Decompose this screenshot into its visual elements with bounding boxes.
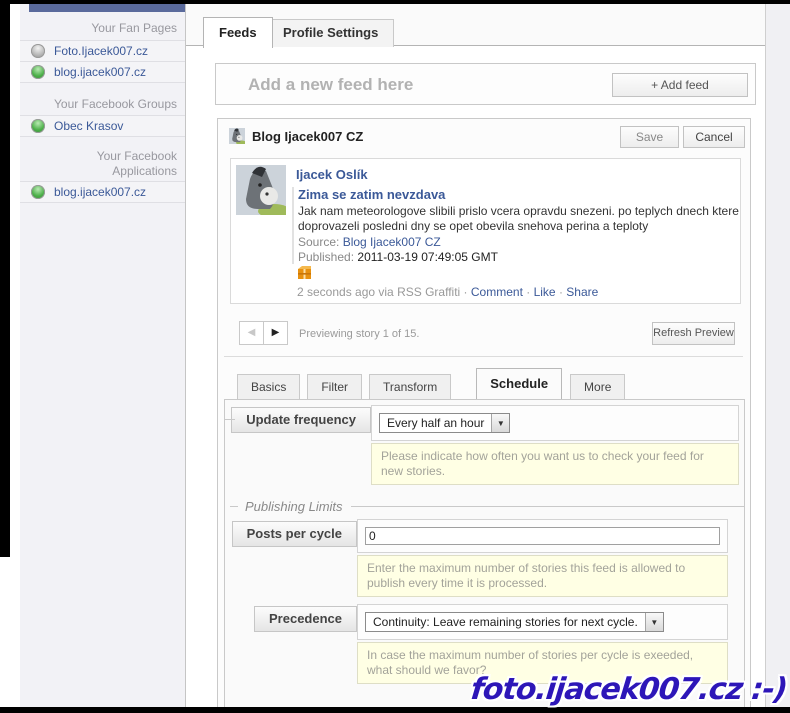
tab-schedule[interactable]: Schedule: [476, 368, 562, 399]
sidebar: Your Fan Pages Foto.Ijacek007.cz blog.ij…: [20, 4, 185, 707]
posts-per-cycle-help: Enter the maximum number of stories this…: [357, 555, 728, 597]
status-green-icon: [31, 65, 45, 79]
sidebar-item-foto-ijacek007[interactable]: Foto.Ijacek007.cz: [20, 40, 185, 61]
next-story-button[interactable]: ▶: [263, 321, 288, 345]
source-label: Source:: [298, 235, 339, 249]
add-feed-input[interactable]: [246, 68, 580, 102]
publishing-limits-title: Publishing Limits: [245, 499, 343, 514]
sidebar-top-bar: [29, 4, 185, 12]
sidebar-item-blog-app[interactable]: blog.ijacek007.cz: [20, 181, 185, 203]
feed-settings-tabs: Basics Filter Transform Schedule More: [237, 369, 632, 399]
add-feed-panel: + Add feed: [215, 63, 756, 105]
divider: [225, 419, 235, 420]
story-title-link[interactable]: Zima se zatim nevzdava: [298, 187, 742, 202]
sidebar-item-label: blog.ijacek007.cz: [54, 65, 146, 79]
tab-basics[interactable]: Basics: [237, 374, 300, 399]
update-frequency-control: Every half an hour ▼: [371, 405, 739, 441]
frame-top-bar: [0, 0, 790, 4]
dot-separator: ·: [464, 285, 468, 299]
update-frequency-row: Update frequency Every half an hour ▼ Pl…: [225, 405, 744, 485]
left-arrow-icon: ◀: [248, 327, 256, 338]
chevron-down-icon: ▼: [645, 613, 663, 631]
dot-separator: ·: [559, 285, 563, 299]
frame-left-bar: [0, 0, 10, 557]
update-frequency-select[interactable]: Every half an hour ▼: [379, 413, 510, 433]
story-author-link[interactable]: Ijacek Oslík: [296, 167, 368, 182]
posts-per-cycle-row: Posts per cycle Enter the maximum number…: [225, 519, 744, 597]
dot-separator: ·: [526, 285, 530, 299]
divider: [351, 506, 744, 507]
story-content: Zima se zatim nevzdava Jak nam meteorolo…: [292, 187, 742, 264]
story-social-row: 2 seconds ago via RSS Graffiti · Comment…: [297, 285, 598, 299]
precedence-label: Precedence: [254, 606, 357, 632]
divider: [230, 506, 238, 507]
add-feed-button[interactable]: + Add feed: [612, 73, 748, 97]
cancel-button[interactable]: Cancel: [683, 126, 745, 148]
tab-transform[interactable]: Transform: [369, 374, 451, 399]
sidebar-section-header: Your Fan Pages: [20, 21, 185, 36]
main-content: Feeds Profile Settings + Add feed Blog I…: [185, 4, 765, 707]
preview-nav-row: ◀ ▶ Previewing story 1 of 15. Refresh Pr…: [230, 319, 741, 349]
previous-story-button[interactable]: ◀: [239, 321, 264, 345]
save-button[interactable]: Save: [620, 126, 679, 148]
right-arrow-icon: ▶: [272, 327, 280, 338]
selected-option: Continuity: Leave remaining stories for …: [366, 615, 645, 629]
feed-title: Blog Ijacek007 CZ: [252, 129, 363, 144]
tab-filter[interactable]: Filter: [307, 374, 362, 399]
sidebar-item-label: Foto.Ijacek007.cz: [54, 44, 148, 58]
story-preview: Ijacek Oslík Zima se zatim nevzdava Jak …: [230, 158, 741, 304]
comment-link[interactable]: Comment: [471, 285, 523, 299]
update-frequency-help: Please indicate how often you want us to…: [371, 443, 739, 485]
share-link[interactable]: Share: [566, 285, 598, 299]
posts-per-cycle-input[interactable]: [365, 527, 720, 545]
status-gray-icon: [31, 44, 45, 58]
source-link[interactable]: Blog Ijacek007 CZ: [343, 235, 441, 249]
status-green-icon: [31, 119, 45, 133]
sidebar-section-header: Your Facebook Groups: [20, 97, 185, 112]
posts-per-cycle-control: [357, 519, 728, 553]
gift-icon: [297, 265, 312, 280]
sidebar-item-obec-krasov[interactable]: Obec Krasov: [20, 115, 185, 137]
author-avatar: [236, 165, 286, 215]
tab-more[interactable]: More: [570, 374, 625, 399]
selected-option: Every half an hour: [380, 416, 491, 430]
story-body: Jak nam meteorologove slibili prislo vce…: [298, 204, 742, 234]
divider: [224, 356, 743, 357]
right-margin: [765, 4, 790, 707]
story-source-row: Source: Blog Ijacek007 CZ: [298, 235, 742, 249]
precedence-control: Continuity: Leave remaining stories for …: [357, 604, 728, 640]
app-window: Your Fan Pages Foto.Ijacek007.cz blog.ij…: [0, 0, 790, 713]
schedule-tab-panel: Update frequency Every half an hour ▼ Pl…: [224, 399, 745, 713]
like-link[interactable]: Like: [534, 285, 556, 299]
story-meta: 2 seconds ago via RSS Graffiti: [297, 285, 460, 299]
posts-per-cycle-label: Posts per cycle: [232, 521, 357, 547]
tab-feeds[interactable]: Feeds: [203, 17, 273, 48]
story-published-row: Published: 2011-03-19 07:49:05 GMT: [298, 250, 742, 264]
status-green-icon: [31, 185, 45, 199]
published-label: Published:: [298, 250, 354, 264]
sidebar-section-header: Your Facebook Applications: [57, 149, 185, 179]
frame-bottom-bar: [0, 707, 790, 713]
sidebar-item-label: blog.ijacek007.cz: [54, 185, 146, 199]
chevron-down-icon: ▼: [491, 414, 509, 432]
feed-panel: Blog Ijacek007 CZ Save Cancel Ijacek Osl…: [217, 118, 751, 713]
published-value: 2011-03-19 07:49:05 GMT: [357, 250, 498, 264]
photo-watermark: foto.ijacek007.cz :-): [469, 672, 788, 707]
feed-header: Blog Ijacek007 CZ Save Cancel: [218, 119, 750, 155]
tab-profile-settings[interactable]: Profile Settings: [267, 19, 394, 47]
refresh-preview-button[interactable]: Refresh Preview: [652, 322, 735, 345]
feed-donkey-icon: [229, 128, 245, 144]
precedence-select[interactable]: Continuity: Leave remaining stories for …: [365, 612, 664, 632]
preview-status-text: Previewing story 1 of 15.: [299, 328, 419, 340]
sidebar-item-blog-ijacek007[interactable]: blog.ijacek007.cz: [20, 61, 185, 83]
publishing-limits-legend: Publishing Limits: [225, 499, 744, 514]
sidebar-item-label: Obec Krasov: [54, 119, 123, 133]
update-frequency-label: Update frequency: [231, 407, 371, 433]
